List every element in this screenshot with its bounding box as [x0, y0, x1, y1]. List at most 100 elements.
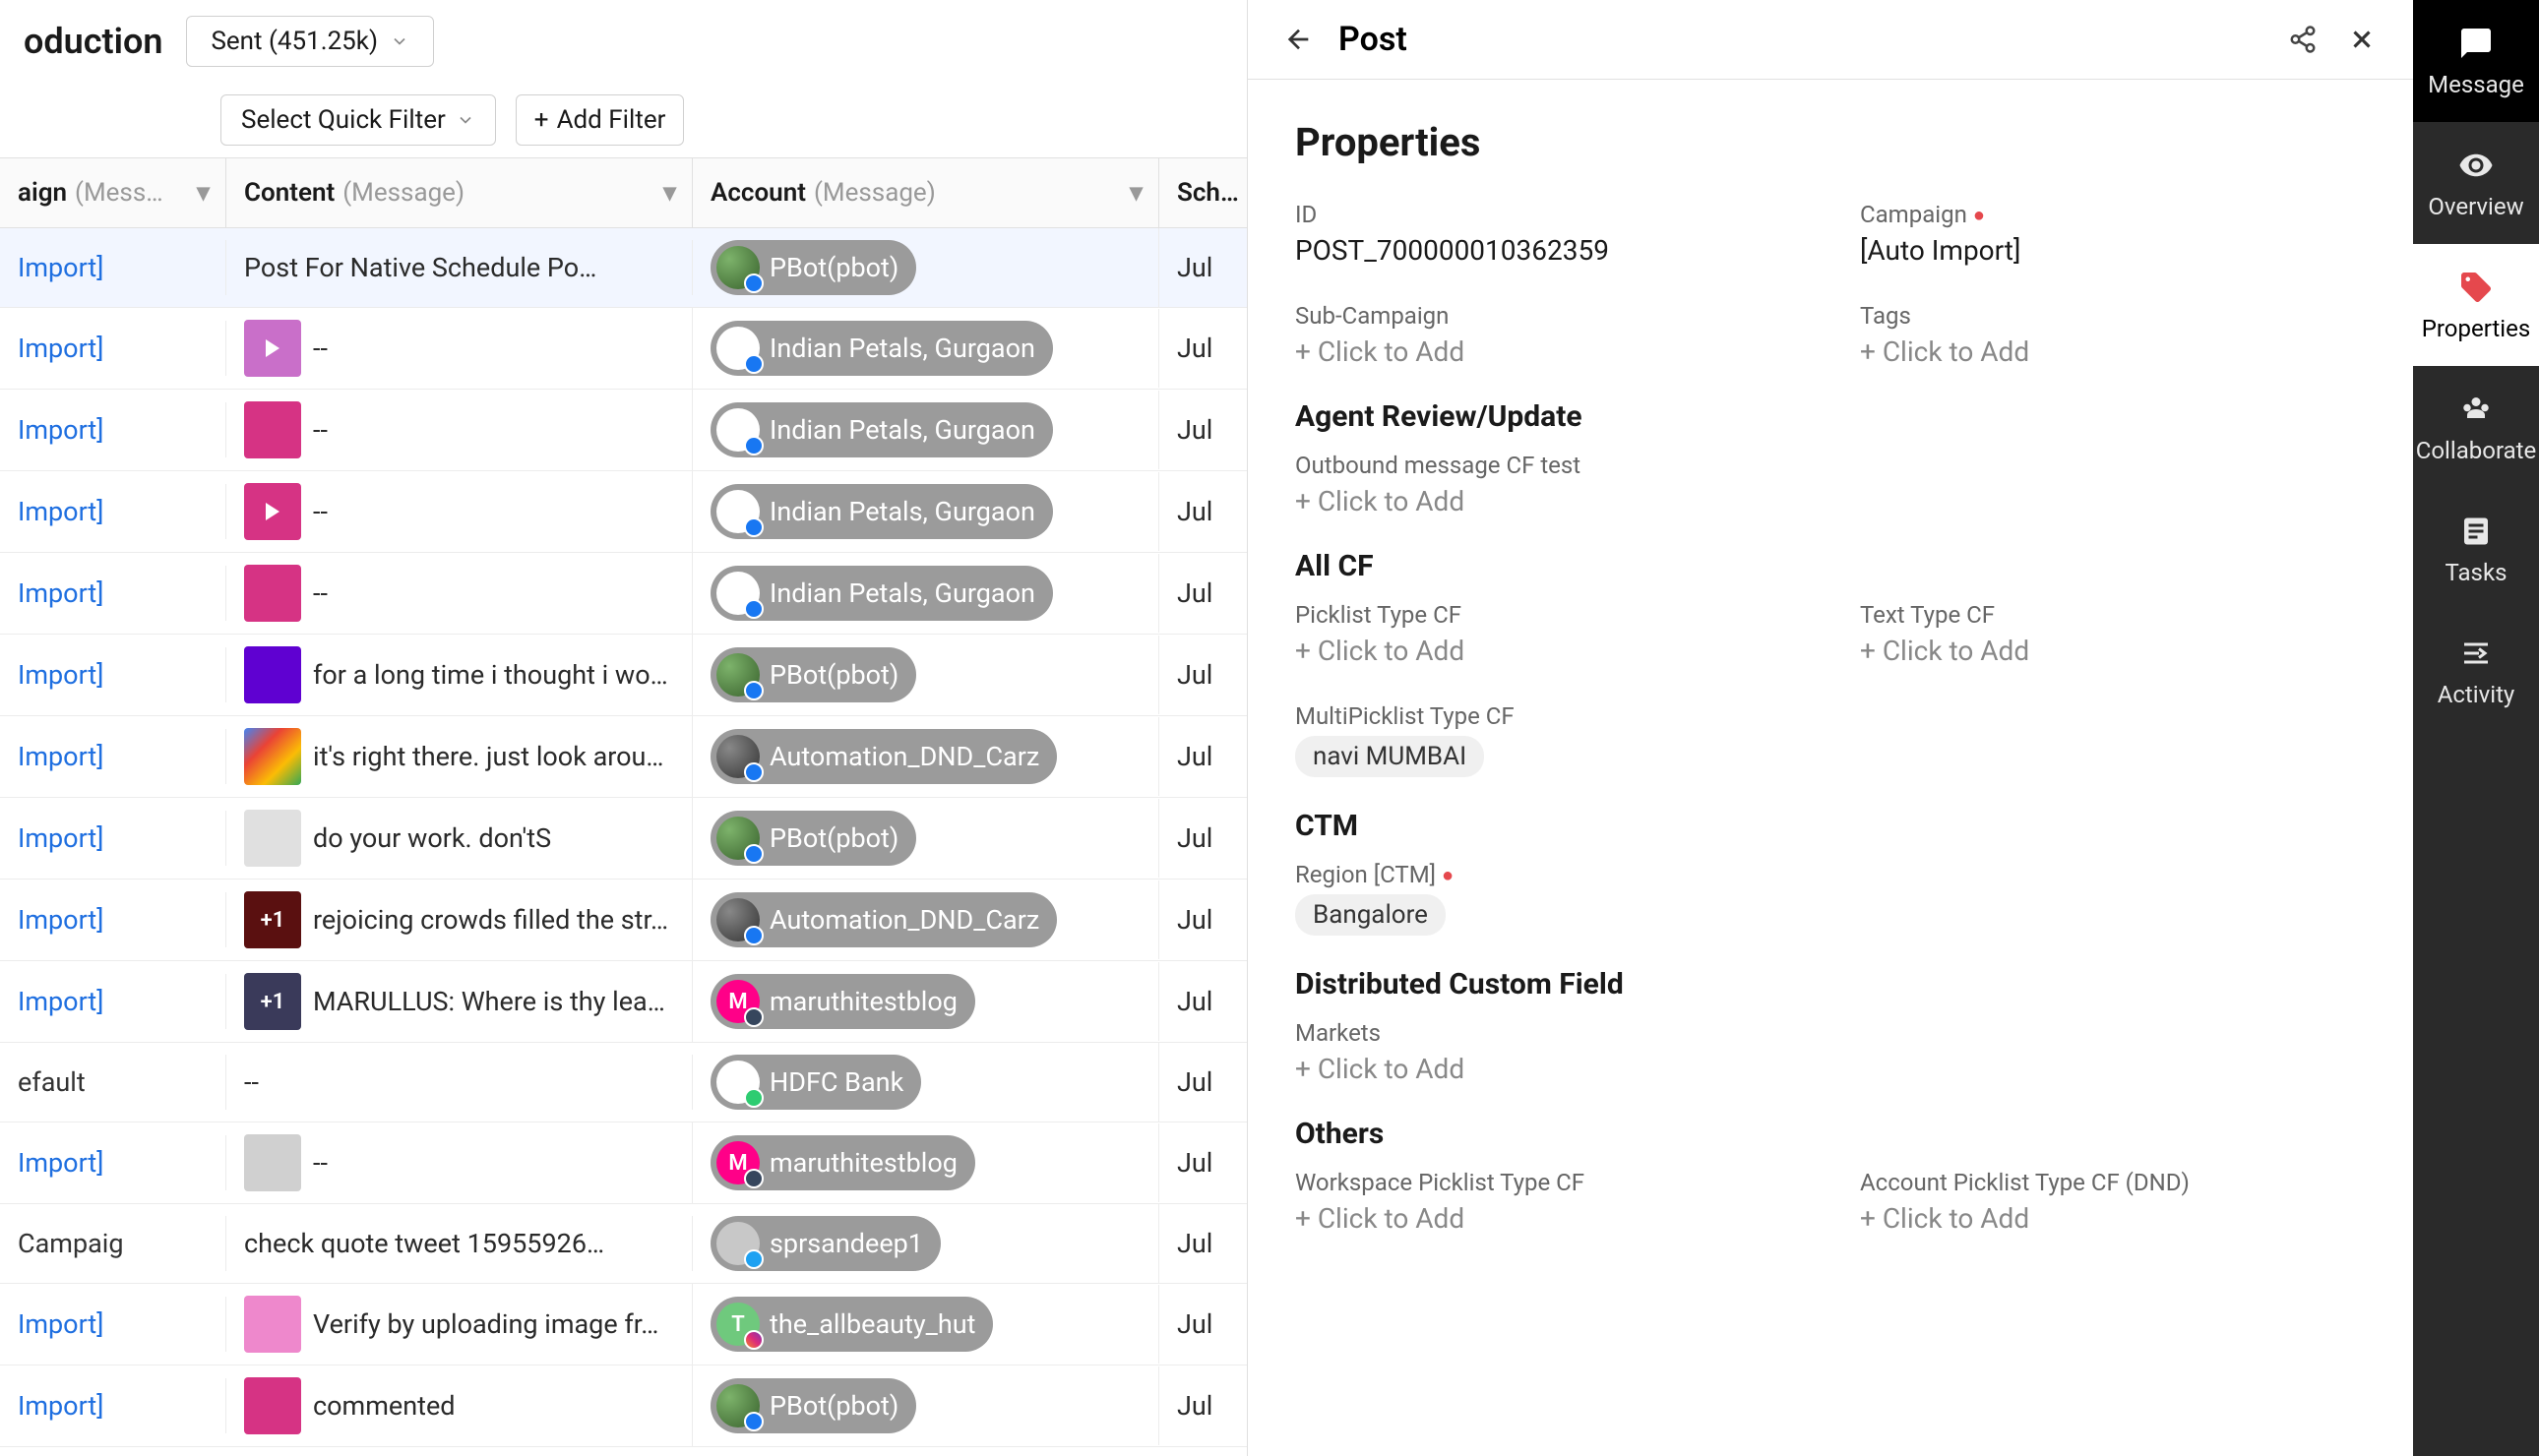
- detail-header: Post: [1248, 0, 2413, 80]
- field-account-picklist-label: Account Picklist Type CF (DND): [1860, 1169, 2366, 1196]
- network-badge-icon: [744, 926, 764, 945]
- field-outbound: Outbound message CF test + Click to Add: [1295, 452, 2366, 517]
- cell-campaign[interactable]: Import]: [0, 1135, 226, 1190]
- cell-account: Mmaruthitestblog: [693, 1123, 1159, 1202]
- cell-campaign[interactable]: Import]: [0, 484, 226, 539]
- cell-campaign[interactable]: Import]: [0, 1378, 226, 1433]
- account-pill[interactable]: Indian Petals, Gurgaon: [711, 321, 1053, 376]
- field-account-picklist-add[interactable]: + Click to Add: [1860, 1202, 2366, 1235]
- back-button[interactable]: [1279, 20, 1319, 59]
- right-sidebar: Message Overview Properties Collaborate …: [2413, 0, 2539, 1456]
- field-picklist-add[interactable]: + Click to Add: [1295, 635, 1801, 667]
- sidebar-item-label: Properties: [2422, 315, 2530, 342]
- account-pill[interactable]: sprsandeep1: [711, 1216, 941, 1271]
- account-pill[interactable]: Indian Petals, Gurgaon: [711, 484, 1053, 539]
- sidebar-item-overview[interactable]: Overview: [2413, 122, 2539, 244]
- account-pill[interactable]: Indian Petals, Gurgaon: [711, 402, 1053, 457]
- cell-campaign[interactable]: Import]: [0, 974, 226, 1029]
- sent-dropdown[interactable]: Sent (451.25k): [186, 16, 434, 67]
- cell-campaign[interactable]: Import]: [0, 811, 226, 866]
- sidebar-item-message[interactable]: Message: [2413, 0, 2539, 122]
- field-outbound-add[interactable]: + Click to Add: [1295, 485, 2366, 517]
- cell-campaign[interactable]: Import]: [0, 321, 226, 376]
- account-pill[interactable]: HDFC Bank: [711, 1055, 921, 1110]
- cell-content: --: [226, 553, 693, 634]
- plus-icon: +: [534, 105, 549, 135]
- field-markets: Markets + Click to Add: [1295, 1019, 2366, 1085]
- field-region: Region [CTM]● Bangalore: [1295, 861, 2366, 936]
- field-tags-add[interactable]: + Click to Add: [1860, 335, 2366, 368]
- field-texttype-add[interactable]: + Click to Add: [1860, 635, 2366, 667]
- cell-campaign[interactable]: Import]: [0, 647, 226, 702]
- detail-body: Properties ID POST_700000010362359 Campa…: [1248, 80, 2413, 1456]
- account-name: PBot(pbot): [770, 1390, 898, 1422]
- sent-dropdown-label: Sent (451.25k): [211, 27, 378, 56]
- account-pill[interactable]: PBot(pbot): [711, 1378, 916, 1433]
- content-thumbnail: [244, 728, 301, 785]
- account-pill[interactable]: PBot(pbot): [711, 811, 916, 866]
- sidebar-item-tasks[interactable]: Tasks: [2413, 488, 2539, 610]
- cell-account: Tthe_allbeauty_hut: [693, 1285, 1159, 1364]
- cell-campaign[interactable]: Import]: [0, 566, 226, 621]
- cell-schedule: Jul: [1159, 1216, 1238, 1271]
- field-markets-add[interactable]: + Click to Add: [1295, 1053, 2366, 1085]
- col-header-account[interactable]: Account (Message) ▾: [693, 158, 1159, 227]
- activity-icon: [2456, 634, 2496, 673]
- field-subcampaign-add[interactable]: + Click to Add: [1295, 335, 1801, 368]
- field-picklist: Picklist Type CF + Click to Add: [1295, 601, 1801, 667]
- sidebar-item-label: Activity: [2438, 681, 2515, 708]
- account-pill[interactable]: Mmaruthitestblog: [711, 974, 975, 1029]
- post-detail-panel: Post Properties ID POST_700000010362359 …: [1247, 0, 2413, 1456]
- account-avatar: [716, 246, 760, 289]
- account-pill[interactable]: Indian Petals, Gurgaon: [711, 566, 1053, 621]
- field-workspace-picklist: Workspace Picklist Type CF + Click to Ad…: [1295, 1169, 1801, 1235]
- account-pill[interactable]: Automation_DND_Carz: [711, 892, 1057, 947]
- field-region-value[interactable]: Bangalore: [1295, 894, 1446, 936]
- account-avatar: [716, 1061, 760, 1104]
- cell-campaign[interactable]: Import]: [0, 402, 226, 457]
- account-avatar: [716, 653, 760, 697]
- field-outbound-label: Outbound message CF test: [1295, 452, 2366, 479]
- account-pill[interactable]: PBot(pbot): [711, 240, 916, 295]
- cell-campaign[interactable]: Import]: [0, 729, 226, 784]
- cell-account: HDFC Bank: [693, 1043, 1159, 1122]
- field-subcampaign: Sub-Campaign + Click to Add: [1295, 302, 1801, 368]
- required-dot-icon: ●: [1973, 203, 1985, 227]
- cell-content: Post For Native Schedule Post Chan…: [226, 240, 693, 295]
- add-filter-button[interactable]: + Add Filter: [516, 94, 685, 146]
- field-multipicklist-value[interactable]: navi MUMBAI: [1295, 736, 1484, 777]
- cell-content: --: [226, 471, 693, 552]
- cell-campaign[interactable]: Import]: [0, 892, 226, 947]
- account-pill[interactable]: PBot(pbot): [711, 647, 916, 702]
- content-text: --: [313, 333, 328, 364]
- sidebar-item-collaborate[interactable]: Collaborate: [2413, 366, 2539, 488]
- cell-content: rejoicing crowds filled the str…: [226, 880, 693, 960]
- allcf-section-title: All CF: [1295, 549, 2366, 583]
- field-campaign-label: Campaign●: [1860, 201, 2366, 228]
- col-header-content[interactable]: Content (Message) ▾: [226, 158, 693, 227]
- field-id-label: ID: [1295, 201, 1801, 228]
- account-pill[interactable]: Mmaruthitestblog: [711, 1135, 975, 1190]
- col-header-campaign[interactable]: aign (Mess… ▾: [0, 158, 226, 227]
- sidebar-item-activity[interactable]: Activity: [2413, 610, 2539, 732]
- network-badge-icon: [744, 1249, 764, 1269]
- field-workspace-picklist-add[interactable]: + Click to Add: [1295, 1202, 1801, 1235]
- sidebar-item-properties[interactable]: Properties: [2413, 244, 2539, 366]
- cell-account: Automation_DND_Carz: [693, 880, 1159, 959]
- cell-campaign[interactable]: efault: [0, 1055, 226, 1110]
- close-button[interactable]: [2342, 20, 2382, 59]
- col-header-schedule[interactable]: Sch…: [1159, 158, 1238, 227]
- account-pill[interactable]: Automation_DND_Carz: [711, 729, 1057, 784]
- account-avatar: [716, 408, 760, 452]
- account-pill[interactable]: Tthe_allbeauty_hut: [711, 1297, 993, 1352]
- cell-campaign[interactable]: Import]: [0, 1297, 226, 1352]
- cell-campaign[interactable]: Campaig: [0, 1216, 226, 1271]
- account-name: the_allbeauty_hut: [770, 1308, 975, 1340]
- field-campaign-value[interactable]: [Auto Import]: [1860, 234, 2366, 267]
- quick-filter-dropdown[interactable]: Select Quick Filter: [220, 94, 496, 146]
- share-button[interactable]: [2283, 20, 2322, 59]
- field-subcampaign-label: Sub-Campaign: [1295, 302, 1801, 330]
- content-text: --: [313, 414, 328, 446]
- cell-campaign[interactable]: Import]: [0, 240, 226, 295]
- cell-account: PBot(pbot): [693, 1366, 1159, 1445]
